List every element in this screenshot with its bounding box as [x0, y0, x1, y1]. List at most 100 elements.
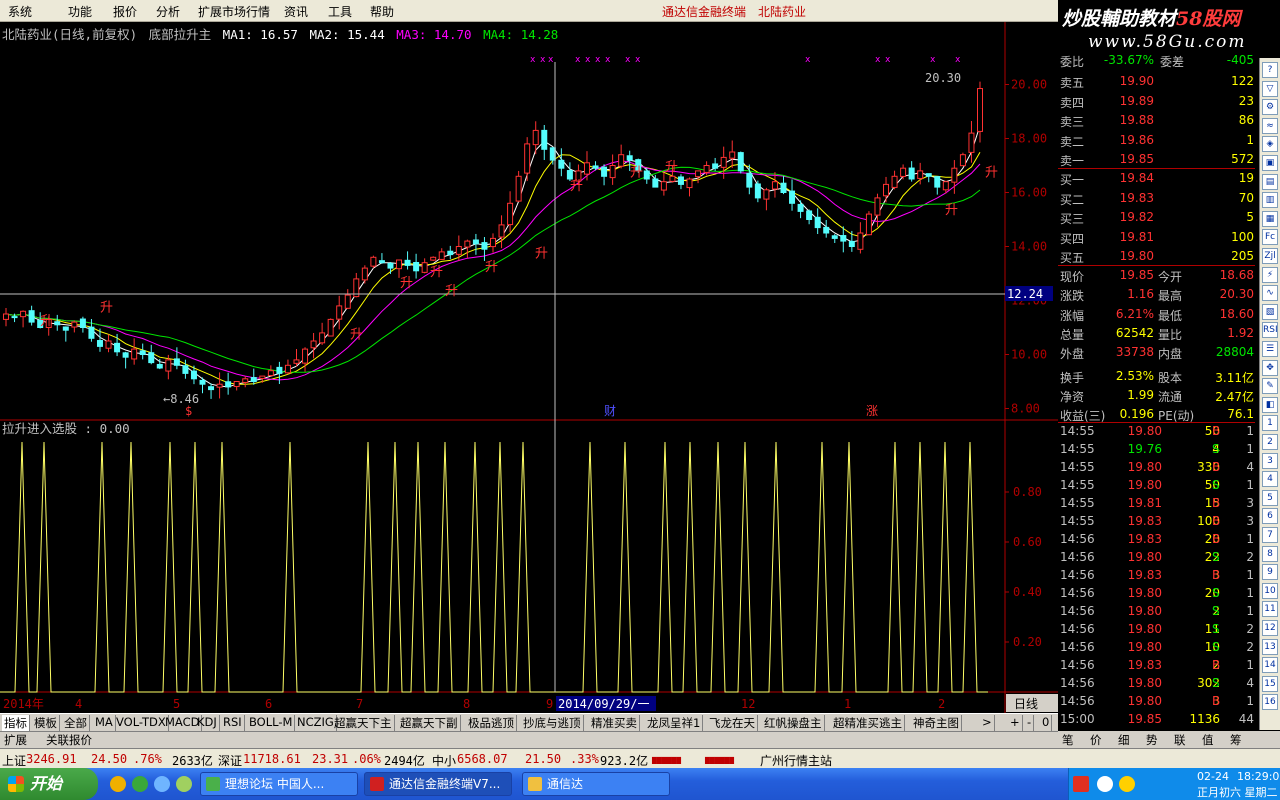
tick-row[interactable]: 14:55 19.83 100 B 3: [1058, 513, 1255, 531]
taskbar-task-tdx[interactable]: 通达信金融终端V7...: [364, 772, 512, 796]
tick-row[interactable]: 14:56 19.83 2 B 1: [1058, 657, 1255, 675]
tab-extend[interactable]: 扩展: [4, 732, 27, 748]
menu-analysis[interactable]: 分析: [156, 3, 180, 20]
tick-row[interactable]: 14:55 19.80 50 S 1: [1058, 477, 1255, 495]
toolbar-tool-icon[interactable]: ▣: [1262, 155, 1278, 171]
indicator-tab[interactable]: 极品逃顶: [466, 715, 517, 731]
taskbar-task-folder[interactable]: 通信达: [522, 772, 670, 796]
toolbar-tool-icon[interactable]: 7: [1262, 527, 1278, 543]
stat-row[interactable]: 净资 1.99 流通 2.47亿: [1058, 387, 1255, 405]
toolbar-tool-icon[interactable]: Zjl: [1262, 248, 1278, 264]
menu-help[interactable]: 帮助: [370, 3, 394, 20]
toolbar-tool-icon[interactable]: RSI: [1262, 322, 1278, 339]
indicator-tab[interactable]: 指标: [2, 715, 30, 731]
stat-row[interactable]: 涨幅 6.21% 最低 18.60: [1058, 306, 1255, 324]
quote-tab[interactable]: 价: [1090, 732, 1102, 748]
ask-level[interactable]: 卖一 19.85 572: [1058, 151, 1255, 169]
toolbar-tool-icon[interactable]: ◧: [1262, 396, 1278, 413]
order-ratio-row[interactable]: 委比 -33.67% 委差 -405: [1058, 52, 1255, 70]
indicator-tab[interactable]: 超赢天下主: [332, 715, 395, 731]
tick-row[interactable]: 14:56 19.80 302 S 4: [1058, 675, 1255, 693]
toolbar-tool-icon[interactable]: 4: [1262, 471, 1278, 488]
tick-row[interactable]: 14:56 19.80 10 S 2: [1058, 639, 1255, 657]
toolbar-tool-icon[interactable]: 1: [1262, 415, 1278, 432]
toolbar-tool-icon[interactable]: 9: [1262, 564, 1278, 581]
indicator-tab[interactable]: 超赢天下副: [398, 715, 461, 731]
indicator-tab[interactable]: KDJ: [195, 715, 220, 731]
quote-tab[interactable]: 笔: [1062, 732, 1074, 748]
tick-row[interactable]: 14:55 19.80 50 B 1: [1058, 423, 1255, 441]
ask-level[interactable]: 卖四 19.89 23: [1058, 93, 1255, 111]
stat-row[interactable]: 涨跌 1.16 最高 20.30: [1058, 286, 1255, 304]
tick-row[interactable]: 14:56 19.80 3 B 1: [1058, 693, 1255, 711]
indicator-tab[interactable]: VOL-TDX: [114, 715, 169, 731]
server-station[interactable]: 广州行情主站: [760, 752, 832, 769]
tick-row[interactable]: 14:56 19.83 20 B 1: [1058, 531, 1255, 549]
menu-tools[interactable]: 工具: [328, 3, 352, 20]
quote-tab[interactable]: 筹: [1230, 732, 1242, 748]
quicklaunch-folder-icon[interactable]: [110, 776, 126, 792]
taskbar-task-forum[interactable]: 理想论坛 中国人...: [200, 772, 358, 796]
indicator-tab[interactable]: BOLL-M: [247, 715, 296, 731]
toolbar-tool-icon[interactable]: 10: [1262, 582, 1278, 599]
menu-system[interactable]: 系统: [8, 3, 32, 20]
tick-row[interactable]: 14:55 19.76 4 S 1: [1058, 441, 1255, 459]
toolbar-tool-icon[interactable]: ▽: [1262, 80, 1278, 97]
indicator-tab[interactable]: 模板: [32, 715, 60, 731]
indicator-tab[interactable]: >: [980, 715, 995, 731]
toolbar-tool-icon[interactable]: ✥: [1262, 359, 1278, 376]
indicator-tab[interactable]: 精准买卖: [589, 715, 640, 731]
toolbar-tool-icon[interactable]: 2: [1262, 434, 1278, 450]
volume-icon[interactable]: [1097, 776, 1113, 792]
toolbar-tool-icon[interactable]: 8: [1262, 545, 1278, 562]
indicator-tab[interactable]: 飞龙在天: [707, 715, 758, 731]
indicator-tab[interactable]: MA: [93, 715, 116, 731]
menu-news[interactable]: 资讯: [284, 3, 308, 20]
toolbar-tool-icon[interactable]: ⚡: [1262, 266, 1278, 283]
stat-row[interactable]: 现价 19.85 今开 18.68: [1058, 267, 1255, 285]
tick-row[interactable]: 14:55 19.80 330 B 4: [1058, 459, 1255, 477]
toolbar-tool-icon[interactable]: 3: [1262, 452, 1278, 469]
indicator-tab[interactable]: 神奇主图: [911, 715, 962, 731]
indicator-tab[interactable]: 0: [1040, 715, 1053, 731]
toolbar-tool-icon[interactable]: ◈: [1262, 136, 1278, 153]
quote-tab[interactable]: 值: [1202, 732, 1214, 748]
ask-level[interactable]: 卖二 19.86 1: [1058, 132, 1255, 150]
bid-level[interactable]: 买五 19.80 205: [1058, 248, 1255, 266]
quote-tab[interactable]: 势: [1146, 732, 1158, 748]
toolbar-tool-icon[interactable]: ≈: [1262, 117, 1278, 134]
tick-row[interactable]: 14:56 19.80 11 S 2: [1058, 621, 1255, 639]
toolbar-tool-icon[interactable]: ▤: [1262, 173, 1278, 190]
menu-ext-market[interactable]: 扩展市场行情: [198, 3, 270, 20]
quote-tab[interactable]: 联: [1174, 732, 1186, 748]
indicator-tab[interactable]: RSI: [221, 715, 245, 731]
indicator-tab[interactable]: NCZIG: [295, 715, 337, 731]
bid-level[interactable]: 买一 19.84 19: [1058, 170, 1255, 188]
stat-row[interactable]: 总量 62542 量比 1.92: [1058, 325, 1255, 343]
indicator-tab[interactable]: -: [1025, 715, 1035, 731]
toolbar-tool-icon[interactable]: 6: [1262, 508, 1278, 525]
main-chart-area[interactable]: 20.0018.0016.0014.0012.0010.008.00 拉升进入选…: [0, 22, 1058, 713]
tick-row[interactable]: 14:56 19.80 20 S 1: [1058, 585, 1255, 603]
quote-tab[interactable]: 细: [1118, 732, 1130, 748]
indicator-tab[interactable]: +: [1008, 715, 1023, 731]
quicklaunch-browser-icon[interactable]: [132, 776, 148, 792]
toolbar-tool-icon[interactable]: 14: [1262, 657, 1278, 674]
toolbar-tool-icon[interactable]: ∿: [1262, 285, 1278, 302]
toolbar-tool-icon[interactable]: ⚙: [1262, 99, 1278, 116]
indicator-tab[interactable]: 龙凤呈祥1: [645, 715, 704, 731]
toolbar-tool-icon[interactable]: ▦: [1262, 210, 1278, 227]
tick-row[interactable]: 14:56 19.80 22 S 2: [1058, 549, 1255, 567]
bid-level[interactable]: 买三 19.82 5: [1058, 209, 1255, 227]
toolbar-tool-icon[interactable]: ▧: [1262, 303, 1278, 320]
tick-row[interactable]: 15:00 19.85 1136 44: [1058, 711, 1255, 729]
toolbar-tool-icon[interactable]: 13: [1262, 638, 1278, 655]
toolbar-tool-icon[interactable]: 15: [1262, 675, 1278, 692]
tick-row[interactable]: 14:55 19.81 15 B 3: [1058, 495, 1255, 513]
bid-level[interactable]: 买二 19.83 70: [1058, 190, 1255, 208]
quicklaunch-ie-icon[interactable]: [154, 776, 170, 792]
toolbar-tool-icon[interactable]: 11: [1262, 601, 1278, 618]
network-icon[interactable]: [1119, 776, 1135, 792]
stat-row[interactable]: 外盘 33738 内盘 28804: [1058, 344, 1255, 362]
toolbar-tool-icon[interactable]: ▥: [1262, 192, 1278, 209]
